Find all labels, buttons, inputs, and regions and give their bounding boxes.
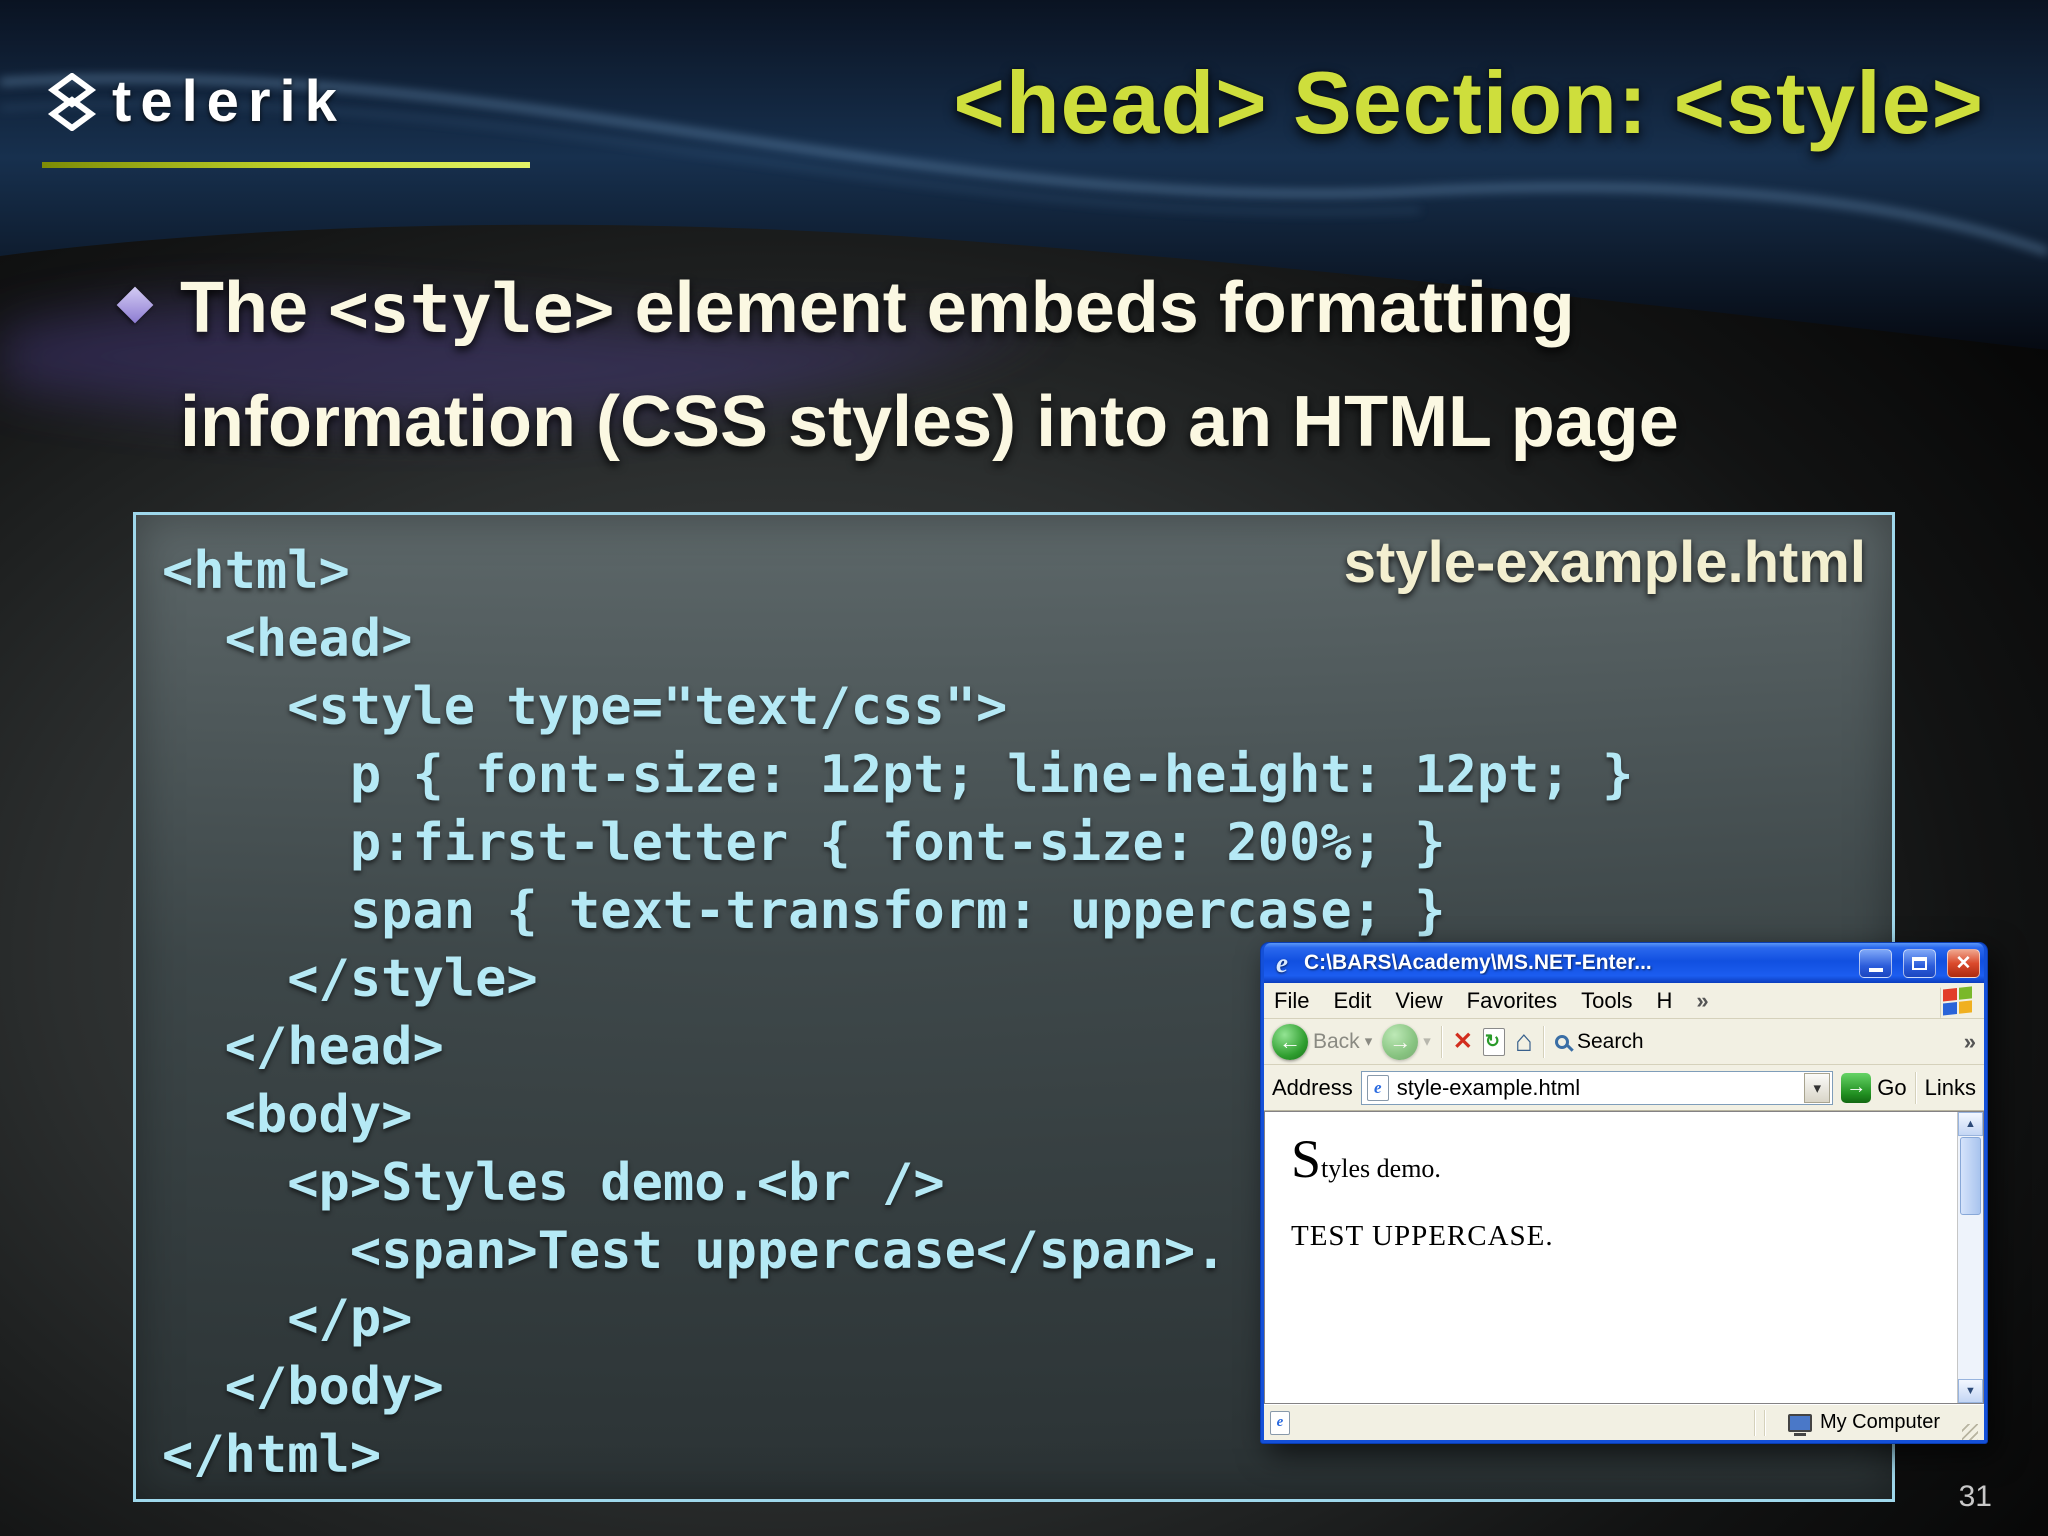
code-line: p:first-letter { font-size: 200%; } [162,813,1446,873]
code-line: p { font-size: 12pt; line-height: 12pt; … [162,745,1634,805]
close-button[interactable]: ✕ [1947,948,1980,978]
status-page-icon: e [1270,1410,1290,1435]
forward-icon [1382,1023,1419,1060]
browser-page-content: Styles demo. TEST UPPERCASE. [1264,1111,1984,1404]
close-icon: ✕ [1955,952,1972,974]
vertical-scrollbar[interactable] [1957,1112,1983,1403]
telerik-logo-text: telerik [112,69,346,134]
styles-demo-rest: tyles demo. [1321,1154,1441,1183]
menu-view[interactable]: View [1395,988,1442,1014]
slide-title: <head> Section: <style> [953,53,1984,152]
styles-demo-paragraph: Styles demo. [1291,1128,1939,1190]
resize-grip[interactable] [1962,1424,1978,1440]
forward-dropdown-icon [1423,1032,1431,1051]
address-bar: Address e style-example.html Go Links [1264,1065,1984,1111]
go-button[interactable]: Go [1841,1072,1907,1103]
menu-overflow-chevron[interactable]: » [1696,988,1708,1014]
minimize-button[interactable] [1859,948,1892,978]
rendered-page-text: Styles demo. TEST UPPERCASE. [1265,1112,1983,1253]
stop-button[interactable] [1453,1027,1473,1056]
minimize-icon [1868,968,1883,972]
code-line: <html> [162,541,350,601]
titlebar[interactable]: e C:\BARS\Academy\MS.NET-Enter... ✕ [1264,943,1984,983]
status-text: My Computer [1819,1411,1940,1433]
status-separator [1763,1409,1766,1436]
back-label: Back [1313,1029,1360,1053]
scroll-track[interactable] [1958,1216,1983,1379]
maximize-button[interactable] [1903,948,1936,978]
toolbar-overflow-chevron[interactable]: » [1964,1029,1976,1055]
maximize-icon [1912,956,1927,970]
slide: telerik <head> Section: <style> The <sty… [0,0,2048,1536]
window-title: C:\BARS\Academy\MS.NET-Enter... [1304,951,1652,974]
status-zone: My Computer [1774,1411,1954,1436]
address-label: Address [1272,1074,1353,1100]
back-button[interactable]: Back [1272,1023,1373,1060]
scroll-up-icon[interactable] [1958,1112,1983,1136]
back-icon [1272,1023,1308,1060]
home-button[interactable] [1515,1025,1533,1059]
search-button[interactable]: Search [1554,1029,1644,1054]
code-line: span { text-transform: uppercase; } [162,881,1446,941]
search-icon [1554,1034,1569,1049]
menu-file[interactable]: File [1274,988,1309,1014]
address-value: style-example.html [1396,1074,1581,1100]
refresh-button[interactable] [1482,1027,1505,1056]
menu-bar: File Edit View Favorites Tools H » [1264,983,1984,1019]
addressbar-separator [1914,1071,1917,1104]
scroll-down-icon[interactable] [1958,1379,1983,1403]
scroll-thumb[interactable] [1960,1137,1981,1215]
telerik-logo-icon [47,72,97,131]
code-line: <head> [162,609,413,669]
bullet-text-pre: The [180,268,329,348]
menu-edit[interactable]: Edit [1333,988,1371,1014]
my-computer-icon [1787,1413,1812,1436]
menu-favorites[interactable]: Favorites [1467,988,1557,1014]
logo-underline [42,162,530,168]
search-label: Search [1576,1029,1644,1053]
ie-logo-icon: e [1276,948,1288,978]
bullet-diamond-icon [116,286,154,324]
toolbar-separator [1440,1025,1443,1058]
windows-logo-icon [1940,983,1974,1018]
go-label: Go [1877,1074,1907,1100]
links-button[interactable]: Links [1925,1075,1976,1101]
menu-help-truncated[interactable]: H [1657,988,1673,1014]
page-number: 31 [1958,1480,1992,1513]
bullet-point: The <style> element embeds formatting in… [116,252,1778,478]
toolbar-separator [1542,1025,1545,1058]
telerik-logo: telerik [46,68,346,135]
status-bar: e My Computer [1264,1404,1984,1440]
forward-button[interactable] [1382,1023,1431,1060]
status-separator [1753,1409,1756,1436]
code-line: <style type="text/css"> [162,677,1008,737]
ie-browser-window: e C:\BARS\Academy\MS.NET-Enter... ✕ File… [1260,942,1988,1444]
page-icon: e [1366,1074,1389,1101]
dropcap-letter: S [1291,1129,1322,1189]
address-dropdown-button[interactable] [1804,1072,1831,1103]
address-input[interactable]: e style-example.html [1360,1070,1834,1105]
bullet-text-code: <style> [328,270,615,349]
toolbar: Back Search » [1264,1019,1984,1065]
menu-tools[interactable]: Tools [1581,988,1632,1014]
back-dropdown-icon [1365,1032,1373,1051]
uppercase-paragraph: TEST UPPERCASE. [1291,1220,1554,1252]
go-arrow-icon [1841,1072,1872,1103]
